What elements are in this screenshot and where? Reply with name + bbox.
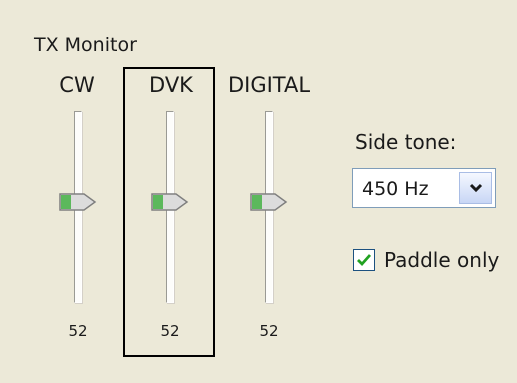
dvk-slider-thumb-icon[interactable] [150, 190, 190, 214]
cw-value: 52 [68, 322, 88, 340]
paddle-only-label[interactable]: Paddle only [384, 248, 499, 272]
digital-value: 52 [259, 322, 279, 340]
digital-slider-thumb-icon[interactable] [249, 190, 289, 214]
dvk-value: 52 [160, 322, 180, 340]
checkmark-icon [357, 254, 372, 267]
side-tone-label: Side tone: [355, 130, 457, 154]
cw-slider-thumb-icon[interactable] [58, 190, 98, 214]
digital-label: DIGITAL [227, 73, 311, 97]
side-tone-dropdown-button[interactable] [459, 172, 492, 204]
cw-label: CW [59, 73, 95, 97]
tx-monitor-title: TX Monitor [34, 34, 137, 56]
chevron-down-icon [469, 183, 482, 193]
paddle-only-checkbox[interactable] [353, 249, 375, 271]
side-tone-selected-value: 450 Hz [362, 178, 429, 200]
tx-monitor-panel: TX Monitor CW DVK DIGITAL 52 52 52 Side … [0, 0, 517, 383]
side-tone-select[interactable]: 450 Hz [352, 168, 496, 208]
